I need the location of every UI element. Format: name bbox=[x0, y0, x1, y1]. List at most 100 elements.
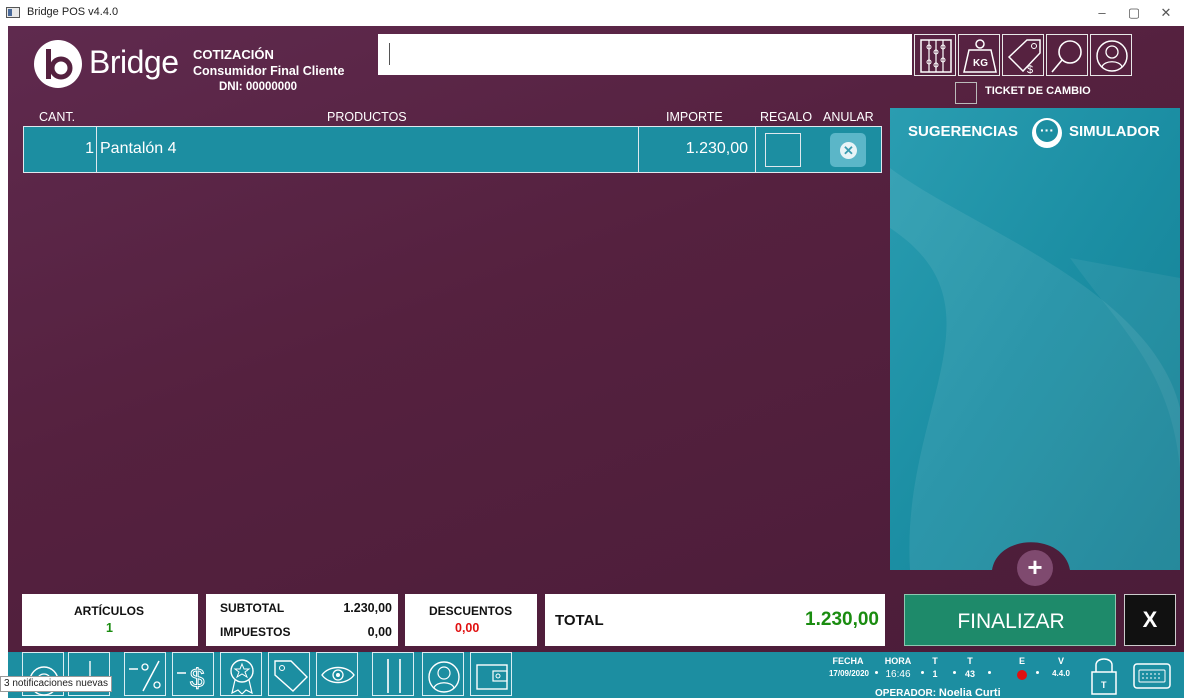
notification-toast[interactable]: 3 notificaciones nuevas bbox=[0, 676, 112, 692]
close-window-button[interactable]: ✕ bbox=[1154, 3, 1178, 23]
t2-value: 43 bbox=[964, 669, 975, 679]
exchange-ticket-checkbox[interactable] bbox=[955, 82, 977, 104]
scale-button[interactable]: KG bbox=[958, 34, 1000, 76]
separator-dot bbox=[921, 671, 924, 674]
total-value: 1.230,00 bbox=[805, 609, 879, 630]
title-bar: Bridge POS v4.4.0 – ▢ ✕ bbox=[0, 0, 1184, 26]
keyboard-icon bbox=[1133, 663, 1171, 689]
e-label: E bbox=[1018, 656, 1025, 666]
svg-text:$: $ bbox=[1027, 64, 1033, 76]
pause-icon bbox=[387, 659, 401, 693]
add-suggestion-button[interactable]: + bbox=[1017, 550, 1053, 586]
operator-label: OPERADOR: bbox=[875, 688, 937, 698]
scale-kg-icon: KG bbox=[963, 39, 997, 73]
row-amount[interactable]: 1.230,00 bbox=[638, 140, 748, 158]
discounts-box[interactable]: DESCUENTOS 0,00 bbox=[405, 594, 537, 646]
minimize-button[interactable]: – bbox=[1090, 3, 1114, 23]
finalize-label: FINALIZAR bbox=[957, 610, 1065, 633]
separator-dot bbox=[988, 671, 991, 674]
cell-divider bbox=[755, 127, 756, 172]
seller-button[interactable] bbox=[422, 652, 464, 696]
lock-button[interactable]: T bbox=[1084, 654, 1124, 696]
customer-button[interactable] bbox=[1090, 34, 1132, 76]
wallet-icon bbox=[476, 664, 508, 690]
search-button[interactable] bbox=[1046, 34, 1088, 76]
separator-dot bbox=[875, 671, 878, 674]
user-icon bbox=[428, 661, 460, 693]
wallet-button[interactable] bbox=[470, 652, 512, 696]
t2-label: T bbox=[967, 656, 973, 666]
subtotal-value: 1.230,00 bbox=[343, 601, 392, 615]
plus-icon: + bbox=[1027, 552, 1043, 582]
discounts-value: 0,00 bbox=[455, 621, 480, 635]
percent-discount-icon bbox=[129, 660, 161, 692]
product-search-input[interactable] bbox=[378, 34, 912, 75]
close-label: X bbox=[1142, 607, 1158, 632]
chat-bubble-icon[interactable] bbox=[1032, 118, 1062, 148]
cancel-sale-button[interactable]: X bbox=[1124, 594, 1176, 646]
svg-text:KG: KG bbox=[973, 58, 988, 69]
cell-divider bbox=[96, 127, 97, 172]
articles-label: ARTÍCULOS bbox=[74, 604, 144, 618]
eye-icon bbox=[321, 666, 355, 684]
amount-discount-button[interactable]: $ bbox=[172, 652, 214, 696]
pause-button[interactable] bbox=[372, 652, 414, 696]
price-tag-icon: $ bbox=[1007, 39, 1041, 76]
lock-icon: T bbox=[1091, 658, 1117, 695]
tag-icon bbox=[274, 660, 308, 692]
pos-app: Bridge COTIZACIÓN Consumidor Final Clien… bbox=[8, 26, 1184, 698]
maximize-button[interactable]: ▢ bbox=[1122, 3, 1146, 23]
t1-value: 1 bbox=[932, 669, 938, 679]
operator-name: Noelia Curti bbox=[938, 687, 1001, 698]
column-header-cancel: ANULAR bbox=[823, 110, 874, 124]
svg-text:$: $ bbox=[190, 663, 205, 693]
time-label: HORA bbox=[884, 656, 912, 666]
finalize-button[interactable]: FINALIZAR bbox=[904, 594, 1116, 646]
price-tag-button[interactable]: $ bbox=[1002, 34, 1044, 76]
document-type: COTIZACIÓN bbox=[193, 47, 274, 62]
column-header-qty: CANT. bbox=[39, 110, 76, 124]
text-caret bbox=[389, 43, 390, 65]
subtotal-label: SUBTOTAL bbox=[220, 601, 285, 615]
v-label: V bbox=[1057, 656, 1064, 666]
column-header-gift: REGALO bbox=[760, 110, 813, 124]
client-name[interactable]: Consumidor Final Cliente bbox=[193, 64, 344, 78]
badge-icon bbox=[230, 659, 254, 695]
keyboard-button[interactable] bbox=[1130, 660, 1174, 692]
row-product: Pantalón 4 bbox=[100, 140, 177, 157]
percent-discount-button[interactable] bbox=[124, 652, 166, 696]
connection-status-dot bbox=[1017, 670, 1027, 680]
price-tag-tool-button[interactable] bbox=[268, 652, 310, 696]
table-row[interactable]: 1 Pantalón 4 1.230,00 ✕ bbox=[23, 126, 882, 173]
row-qty[interactable]: 1 bbox=[24, 140, 94, 158]
suggestions-title: SUGERENCIAS bbox=[908, 123, 1019, 140]
date-value: 17/09/2020 bbox=[828, 669, 870, 678]
taxes-value: 0,00 bbox=[367, 625, 392, 639]
column-header-amount: IMPORTE bbox=[666, 110, 723, 124]
t1-label: T bbox=[932, 656, 938, 666]
abacus-icon bbox=[920, 39, 952, 73]
promotion-button[interactable] bbox=[220, 652, 262, 696]
subtotal-box: SUBTOTAL 1.230,00 IMPUESTOS 0,00 bbox=[206, 594, 398, 646]
view-button[interactable] bbox=[316, 652, 358, 696]
cancel-item-button[interactable]: ✕ bbox=[830, 133, 866, 167]
close-circle-icon: ✕ bbox=[840, 142, 857, 159]
date-label: FECHA bbox=[832, 656, 864, 666]
simulator-title[interactable]: SIMULADOR bbox=[1069, 123, 1160, 140]
app-icon bbox=[6, 7, 20, 18]
magnifier-icon bbox=[1051, 40, 1082, 73]
articles-count: 1 bbox=[106, 621, 113, 635]
separator-dot bbox=[953, 671, 956, 674]
taxes-label: IMPUESTOS bbox=[220, 625, 291, 639]
brand-name: Bridge bbox=[89, 44, 179, 80]
total-box: TOTAL 1.230,00 bbox=[545, 594, 885, 646]
separator-dot bbox=[1036, 671, 1039, 674]
discounts-label: DESCUENTOS bbox=[429, 604, 513, 618]
gift-checkbox[interactable] bbox=[765, 133, 801, 167]
version-value: 4.4.0 bbox=[1052, 669, 1070, 678]
bridge-logo-icon bbox=[34, 40, 82, 88]
total-label: TOTAL bbox=[555, 612, 604, 629]
client-dni: DNI: 00000000 bbox=[219, 81, 297, 93]
abacus-button[interactable] bbox=[914, 34, 956, 76]
bottom-toolbar: $ FECHA 17/09/2020 HORA 16:46 T 1 T 43 E… bbox=[8, 652, 1184, 698]
